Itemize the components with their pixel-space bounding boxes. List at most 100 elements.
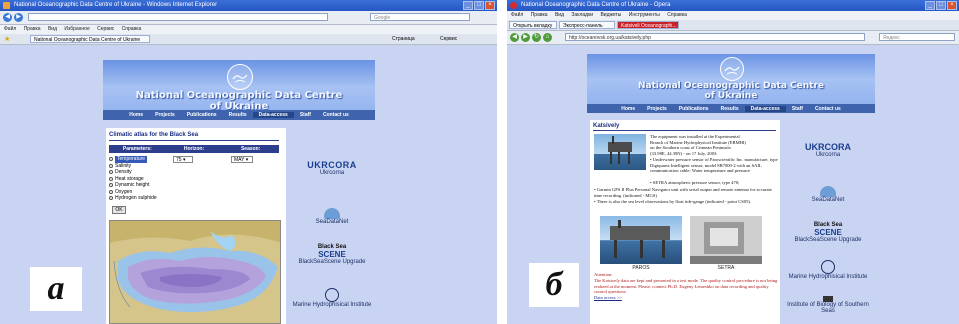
ukrcorna-link[interactable]: UKRCORA Ukrcorna [291, 160, 373, 176]
menu-item[interactable]: Правка [531, 12, 548, 18]
season-select[interactable]: MAY ▾ [231, 156, 253, 163]
horizon-select[interactable]: 75 ▾ [173, 156, 193, 163]
favorites-star-icon[interactable]: ★ [4, 35, 10, 43]
menu-item[interactable]: Правка [24, 26, 41, 32]
nav-home[interactable]: Home [123, 112, 149, 118]
tab-speed-dial[interactable]: Экспресс-панель [559, 21, 615, 29]
minimize-button[interactable]: _ [463, 1, 473, 10]
ukrcorna-logo: UKRCORA [307, 160, 357, 170]
menu-item[interactable]: Вид [48, 26, 57, 32]
website: National Oceanographic Data Centre of Uk… [103, 60, 375, 324]
seadatanet-logo [820, 186, 836, 197]
ie-icon [3, 2, 10, 9]
toolbar-tools-menu[interactable]: Сервис [440, 35, 457, 43]
opera-icon [510, 2, 517, 9]
atlas-form: Parameters: Horizon: Season: Temperature… [109, 145, 279, 202]
paros-photo [600, 216, 682, 264]
menu-item[interactable]: Файл [4, 26, 16, 32]
tab-new[interactable]: Открыть вкладку [509, 21, 557, 29]
menu-item[interactable]: Виджеты [600, 12, 621, 18]
address-toolbar: ◀ ▶ Google [0, 11, 497, 25]
mhi-link[interactable]: Marine Hydrophisical Institute [291, 288, 373, 308]
attention-label: Attention: [594, 272, 613, 277]
reload-icon[interactable]: ↻ [532, 33, 541, 42]
blackseascene-label: BlackSeaScene Upgrade [794, 237, 862, 243]
seadatanet-link[interactable]: SeaDataNet [783, 186, 873, 203]
ok-button[interactable]: OK [112, 206, 126, 214]
nav-results[interactable]: Results [715, 106, 745, 112]
main-content: Katsively The equipment was installed at… [590, 120, 780, 324]
tab-katsiveli[interactable]: Katsiveli Oceanographi... [617, 21, 679, 29]
window-title: National Oceanographic Data Centre of Uk… [14, 2, 218, 8]
search-input[interactable]: Яндекс [879, 33, 955, 41]
minimize-button[interactable]: _ [925, 1, 935, 10]
menu-item[interactable]: Инструменты [629, 12, 660, 18]
seadatanet-logo [324, 208, 340, 219]
seadatanet-link[interactable]: SeaDataNet [291, 208, 373, 225]
nav-contact[interactable]: Contact us [809, 106, 847, 112]
seadatanet-label: SeaDataNet [315, 219, 349, 225]
maximize-button[interactable]: □ [474, 1, 484, 10]
screenshot-b: National Oceanographic Data Centre of Uk… [507, 0, 959, 324]
ukrcorna-label: Ukrcorna [815, 152, 841, 158]
tab-nodc[interactable]: National Oceanographic Data Centre of Uk… [30, 35, 150, 43]
ukrcorna-label: Ukrcorna [319, 170, 345, 176]
menu-item[interactable]: Справка [122, 26, 142, 32]
window-controls: _ □ × [925, 1, 957, 10]
tab-bar: Открыть вкладку Экспресс-панель Katsivel… [507, 20, 959, 31]
heading-divider [593, 130, 776, 131]
forward-icon[interactable]: ▶ [14, 13, 23, 22]
parameter-list: Temperature Salinity Density Heat storag… [109, 153, 279, 202]
menu-item[interactable]: Справка [667, 12, 687, 18]
main-content: Climatic atlas for the Black Sea Paramet… [106, 128, 286, 324]
menu-item[interactable]: Файл [511, 12, 523, 18]
bullet-2: • SETRA atmospheric pressure sensor, typ… [650, 180, 740, 185]
back-icon[interactable]: ◀ [3, 13, 12, 22]
menu-item[interactable]: Вид [555, 12, 564, 18]
header-parameters: Parameters: [122, 146, 152, 152]
ukrcorna-link[interactable]: UKRCORA Ukrcorna [783, 142, 873, 158]
blackseascene-link[interactable]: Black Sea SCENE BlackSeaScene Upgrade [291, 244, 373, 265]
caption-setra: SETRA [717, 265, 735, 271]
site-title-line1: National Oceanographic Data Centre [135, 90, 343, 101]
atlas-heading: Climatic atlas for the Black Sea [109, 132, 199, 138]
close-button[interactable]: × [485, 1, 495, 10]
nav-projects[interactable]: Projects [641, 106, 673, 112]
close-button[interactable]: × [947, 1, 957, 10]
nav-results[interactable]: Results [223, 112, 253, 118]
ibss-link[interactable]: Institute of Biology of Southern Seas [783, 296, 873, 314]
nav-data-access[interactable]: Data-access [744, 105, 786, 112]
forward-icon[interactable]: ▶ [521, 33, 530, 42]
nav-data-access[interactable]: Data-access [252, 112, 294, 118]
radio-hydrogen-sulphide[interactable]: Hydrogen sulphide [109, 195, 279, 202]
window-titlebar: National Oceanographic Data Centre of Uk… [0, 0, 497, 11]
nav-home[interactable]: Home [615, 106, 641, 112]
menu-item[interactable]: Закладки [571, 12, 593, 18]
home-icon[interactable]: ⌂ [543, 33, 552, 42]
mhi-link[interactable]: Marine Hydrophisical Institute [783, 260, 873, 280]
blackseascene-logo: Black Sea SCENE [813, 222, 843, 237]
site-title-line2: of Ukraine [704, 91, 758, 101]
blackseascene-link[interactable]: Black Sea SCENE BlackSeaScene Upgrade [783, 222, 873, 243]
nav-publications[interactable]: Publications [673, 106, 715, 112]
black-sea-map [109, 220, 281, 324]
nav-projects[interactable]: Projects [149, 112, 181, 118]
toolbar-page-menu[interactable]: Страница [392, 35, 415, 43]
window-title: National Oceanographic Data Centre of Uk… [521, 2, 671, 8]
header-horizon: Horizon: [183, 146, 205, 152]
nav-contact[interactable]: Contact us [317, 112, 355, 118]
search-input[interactable]: Google [370, 13, 470, 21]
address-bar[interactable] [28, 13, 328, 21]
menu-item[interactable]: Избранное [64, 26, 89, 32]
nav-publications[interactable]: Publications [181, 112, 223, 118]
ibss-label: Institute of Biology of Southern Seas [787, 302, 869, 314]
site-title-line1: National Oceanographic Data Centre [638, 81, 824, 91]
menu-bar: Файл Правка Вид Закладки Виджеты Инструм… [507, 11, 959, 20]
back-icon[interactable]: ◀ [510, 33, 519, 42]
data-access-link[interactable]: Data access >> [594, 295, 622, 301]
address-bar[interactable]: http://oceanovsk.org.ua/katsively.php [565, 33, 865, 41]
nav-staff[interactable]: Staff [294, 112, 317, 118]
menu-item[interactable]: Сервис [97, 26, 114, 32]
maximize-button[interactable]: □ [936, 1, 946, 10]
nav-staff[interactable]: Staff [786, 106, 809, 112]
